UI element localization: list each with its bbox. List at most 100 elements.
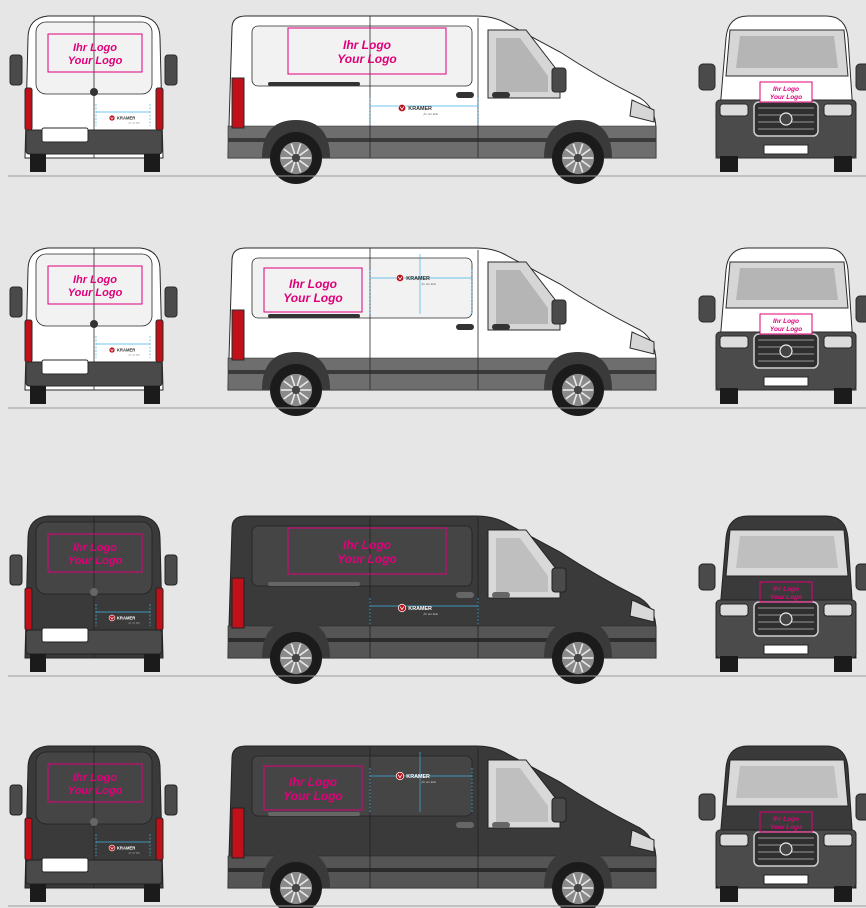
kramer-wordmark: KRAMER [408, 606, 432, 612]
kramer-wordmark: KRAMER [117, 348, 135, 353]
side-mirror [551, 797, 567, 823]
star-emblem-icon [779, 612, 793, 626]
left-mirror [698, 793, 716, 821]
wheel-hub [291, 653, 301, 663]
cab-door-handle [492, 822, 510, 828]
kramer-tagline: for our kids [422, 282, 437, 286]
right-rear-tire [144, 154, 160, 172]
variant-row-4: Ihr LogoYour LogoKRAMERfor our kidsIhr L… [8, 745, 866, 908]
kramer-emblem-icon [395, 771, 405, 781]
left-tail-light [24, 87, 33, 131]
logo-placeholder-text-en: Your Logo [68, 287, 123, 299]
right-headlight [823, 833, 853, 847]
license-plate [41, 857, 89, 873]
license-plate [41, 127, 89, 143]
sliding-door-handle [456, 324, 474, 330]
star-emblem-icon [779, 344, 793, 358]
variant-row-3: Ihr LogoYour LogoKRAMERfor our kidsIhr L… [8, 515, 866, 684]
side-tail-light [231, 309, 245, 361]
wheel-hub [573, 653, 583, 663]
logo-placeholder-text-de: Ihr Logo [343, 38, 391, 52]
side-tail-light [231, 77, 245, 129]
left-rear-tire [30, 154, 46, 172]
windshield-reflection [736, 268, 838, 300]
left-mirror [698, 563, 716, 591]
right-front-tire [834, 156, 852, 172]
right-mirror [164, 784, 178, 816]
right-tail-light [155, 817, 164, 861]
left-headlight [719, 335, 749, 349]
front-license-plate [763, 376, 809, 387]
sliding-rail [268, 812, 360, 816]
kramer-emblem-icon [397, 103, 407, 113]
logo-placeholder-text-en: Your Logo [770, 326, 802, 333]
star-emblem-icon [779, 112, 793, 126]
rear-view: Ihr LogoYour Logo KRAMERfor our kids [9, 247, 178, 404]
front-license-plate [763, 144, 809, 155]
right-tail-light [155, 319, 164, 363]
kramer-wordmark: KRAMER [117, 846, 135, 851]
right-mirror [164, 54, 178, 86]
sliding-rail [268, 82, 360, 86]
left-tail-light [24, 587, 33, 631]
rear-handle-icon [90, 588, 98, 596]
left-headlight [719, 833, 749, 847]
variant-row-1: Ihr LogoYour LogoKRAMERfor our kidsIhr L… [8, 15, 866, 184]
rear-view: Ihr LogoYour Logo KRAMERfor our kids [9, 515, 178, 672]
wheel-hub [291, 883, 301, 893]
sliding-door-handle [456, 92, 474, 98]
logo-placeholder-text-en: Your Logo [68, 55, 123, 67]
variant-row-2: Ihr LogoYour LogoKRAMERfor our kidsIhr L… [8, 247, 866, 416]
left-headlight [719, 603, 749, 617]
logo-placeholder-text-en: Your Logo [68, 555, 123, 567]
logo-placeholder-text-de: Ihr Logo [289, 277, 337, 291]
kramer-emblem-icon [108, 346, 116, 354]
kramer-wordmark: KRAMER [117, 116, 135, 121]
front-view: Ihr LogoYour Logo [698, 745, 866, 902]
left-tail-light [24, 319, 33, 363]
kramer-tagline: for our kids [422, 780, 437, 784]
left-rear-tire [30, 386, 46, 404]
side-view: Ihr LogoYour Logo KRAMERfor our kids [227, 15, 657, 184]
kramer-tagline: for our kids [129, 622, 140, 625]
logo-placeholder-text-de: Ihr Logo [289, 775, 337, 789]
logo-placeholder-text-de: Ihr Logo [73, 42, 117, 54]
license-plate [41, 627, 89, 643]
left-front-tire [720, 886, 738, 902]
left-front-tire [720, 156, 738, 172]
kramer-wordmark: KRAMER [406, 276, 430, 282]
kramer-tagline: for our kids [129, 852, 140, 855]
right-headlight [823, 335, 853, 349]
kramer-tagline: for our kids [424, 112, 439, 116]
left-mirror [698, 63, 716, 91]
front-view: Ihr LogoYour Logo [698, 15, 866, 172]
left-mirror [698, 295, 716, 323]
right-tail-light [155, 87, 164, 131]
logo-placeholder-text-en: Your Logo [337, 552, 397, 566]
left-front-tire [720, 656, 738, 672]
kramer-emblem-icon [108, 114, 116, 122]
sliding-door-handle [456, 822, 474, 828]
cab-door-handle [492, 92, 510, 98]
wheel-hub [291, 385, 301, 395]
sliding-rail [268, 314, 360, 318]
kramer-wordmark: KRAMER [406, 774, 430, 780]
rear-handle-icon [90, 320, 98, 328]
logo-placeholder-text-en: Your Logo [770, 594, 802, 601]
side-mirror [551, 67, 567, 93]
right-headlight [823, 103, 853, 117]
side-mirror [551, 567, 567, 593]
star-emblem-icon [779, 842, 793, 856]
left-mirror [9, 54, 23, 86]
logo-placeholder-text-en: Your Logo [283, 291, 343, 305]
rear-view: Ihr LogoYour Logo KRAMERfor our kids [9, 15, 178, 172]
wheel-hub [573, 153, 583, 163]
front-view: Ihr LogoYour Logo [698, 515, 866, 672]
logo-placeholder-text-de: Ihr Logo [773, 816, 799, 823]
logo-placeholder-text-de: Ihr Logo [773, 86, 799, 93]
right-mirror [855, 295, 866, 323]
right-front-tire [834, 886, 852, 902]
side-view: Ihr LogoYour Logo KRAMERfor our kids [227, 247, 657, 416]
side-view: Ihr LogoYour Logo KRAMERfor our kids [227, 745, 657, 908]
front-view: Ihr LogoYour Logo [698, 247, 866, 404]
